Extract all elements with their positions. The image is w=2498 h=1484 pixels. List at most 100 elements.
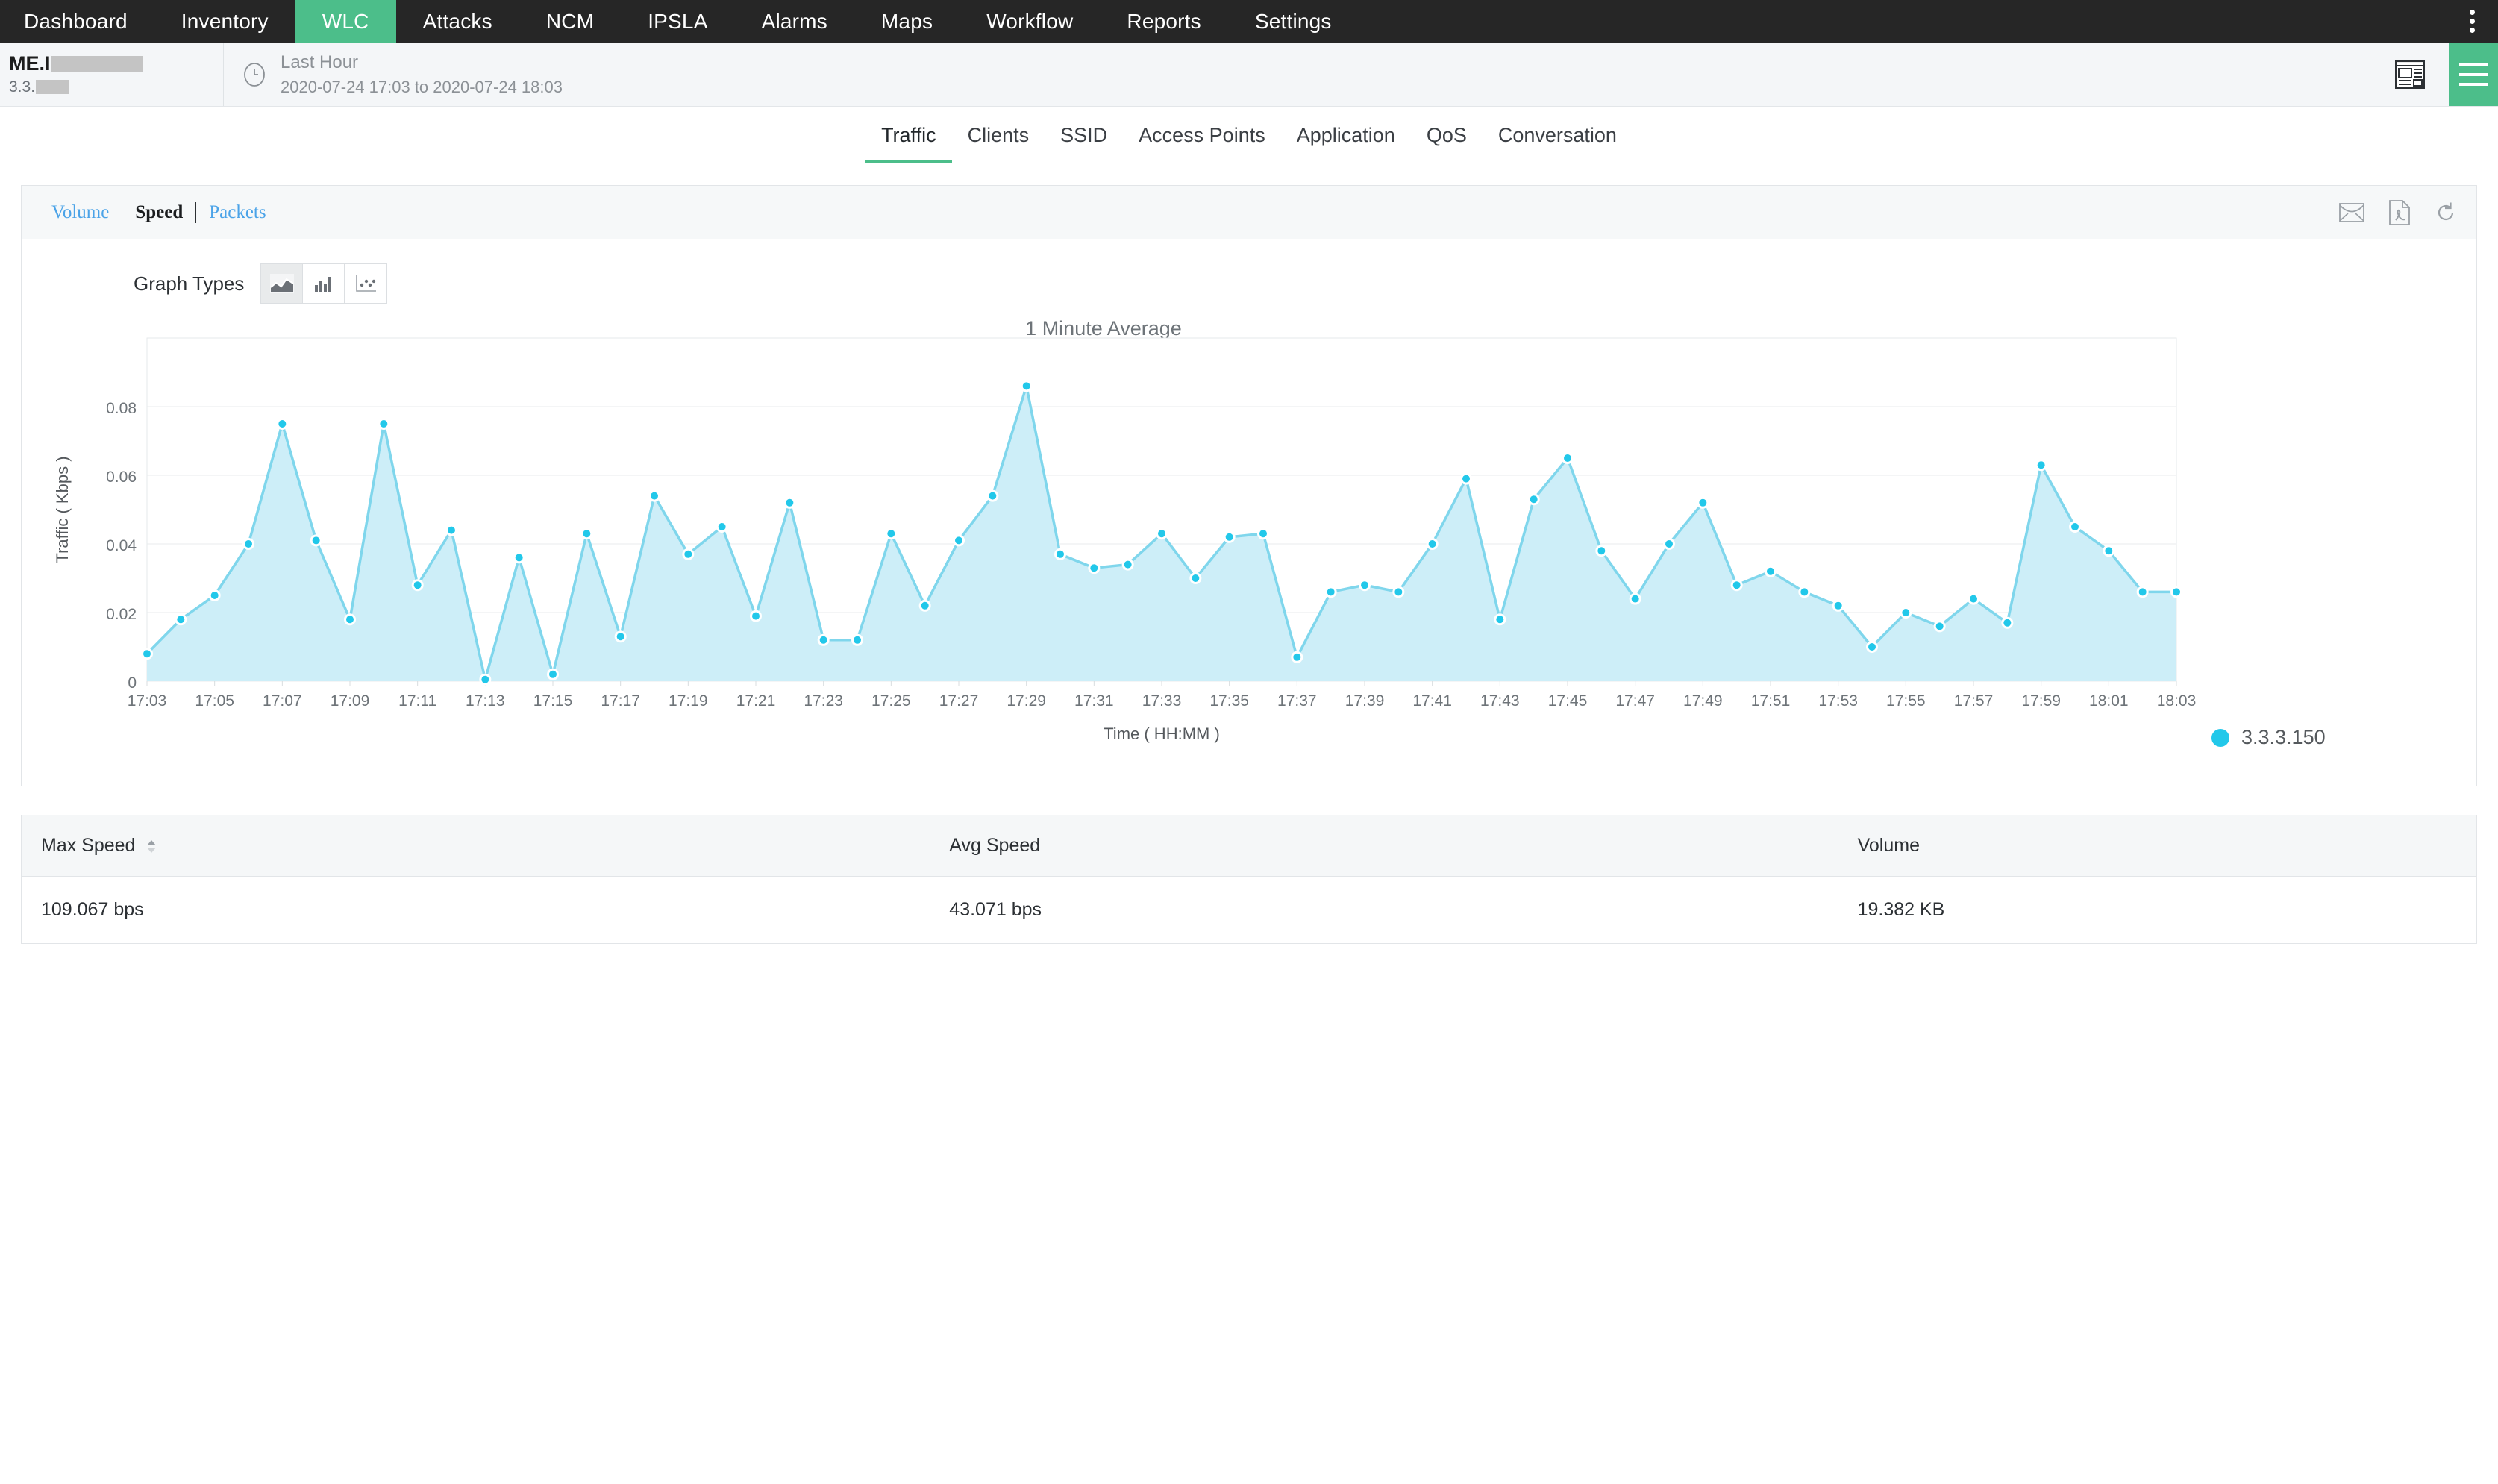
time-range-selector[interactable]: Last Hour 2020-07-24 17:03 to 2020-07-24… (224, 43, 563, 106)
tab-ssid[interactable]: SSID (1045, 109, 1123, 163)
metric-link-packets[interactable]: Packets (196, 202, 278, 223)
refresh-icon[interactable] (2435, 201, 2457, 224)
time-range-label: Last Hour (281, 52, 563, 73)
card-toolbar: Volume Speed Packets (22, 186, 2476, 239)
svg-text:17:37: 17:37 (1277, 692, 1317, 710)
module-tabs: Traffic Clients SSID Access Points Appli… (0, 107, 2498, 166)
tab-application[interactable]: Application (1281, 109, 1411, 163)
svg-text:17:43: 17:43 (1480, 692, 1520, 710)
tab-clients[interactable]: Clients (952, 109, 1045, 163)
nav-label: Settings (1255, 10, 1332, 34)
nav-item-wlc[interactable]: WLC (295, 0, 396, 43)
cell-volume: 19.382 KB (1838, 877, 2476, 944)
nav-label: Dashboard (24, 10, 128, 34)
device-header: ME.I 3.3. Last Hour 2020-07-24 17:03 to … (0, 43, 2498, 107)
metric-link-volume[interactable]: Volume (41, 202, 122, 223)
tab-label: Traffic (881, 124, 936, 146)
nav-item-settings[interactable]: Settings (1228, 0, 1359, 43)
nav-item-alarms[interactable]: Alarms (735, 0, 854, 43)
scatter-chart-icon[interactable] (345, 264, 386, 303)
svg-text:17:19: 17:19 (669, 692, 708, 710)
svg-text:0.06: 0.06 (106, 469, 137, 486)
svg-text:0.04: 0.04 (106, 537, 137, 554)
area-chart-icon[interactable] (261, 264, 303, 303)
nav-item-ipsla[interactable]: IPSLA (621, 0, 734, 43)
top-navigation-bar: Dashboard Inventory WLC Attacks NCM IPSL… (0, 0, 2498, 43)
tab-traffic[interactable]: Traffic (865, 109, 952, 163)
sort-indicator-icon[interactable] (147, 840, 156, 853)
svg-text:17:53: 17:53 (1818, 692, 1858, 710)
email-icon[interactable] (2339, 203, 2364, 222)
layout-dashboard-icon[interactable] (2371, 43, 2449, 106)
svg-text:Time ( HH:MM ): Time ( HH:MM ) (1104, 724, 1220, 743)
graph-types-label: Graph Types (134, 272, 244, 295)
device-name: ME.I (9, 54, 211, 74)
device-ip-text: 3.3. (9, 79, 35, 95)
cell-avg-speed: 43.071 bps (930, 877, 1838, 944)
device-ip: 3.3. (9, 79, 211, 95)
column-label: Max Speed (41, 835, 135, 856)
bar-chart-icon[interactable] (303, 264, 345, 303)
svg-text:17:17: 17:17 (601, 692, 640, 710)
svg-text:17:57: 17:57 (1954, 692, 1994, 710)
more-vertical-icon[interactable] (2459, 0, 2485, 43)
nav-label: WLC (322, 10, 369, 34)
tab-qos[interactable]: QoS (1411, 109, 1483, 163)
nav-label: Attacks (423, 10, 492, 34)
tab-label: Access Points (1139, 124, 1265, 146)
svg-text:17:49: 17:49 (1683, 692, 1723, 710)
svg-text:17:27: 17:27 (939, 692, 979, 710)
nav-item-attacks[interactable]: Attacks (396, 0, 519, 43)
device-identity: ME.I 3.3. (0, 43, 224, 106)
svg-text:17:35: 17:35 (1209, 692, 1249, 710)
pdf-icon[interactable] (2388, 200, 2411, 225)
svg-text:17:09: 17:09 (331, 692, 370, 710)
tab-label: QoS (1427, 124, 1467, 146)
svg-text:18:01: 18:01 (2089, 692, 2129, 710)
chart-legend: 3.3.3.150 (2211, 726, 2326, 749)
svg-text:17:05: 17:05 (195, 692, 234, 710)
hamburger-menu-icon[interactable] (2449, 43, 2498, 106)
nav-item-reports[interactable]: Reports (1100, 0, 1227, 43)
nav-item-maps[interactable]: Maps (854, 0, 960, 43)
device-name-text: ME.I (9, 54, 51, 74)
svg-text:18:03: 18:03 (2157, 692, 2197, 710)
graph-type-selector: Graph Types (22, 239, 2476, 304)
svg-text:17:25: 17:25 (871, 692, 911, 710)
nav-label: Alarms (762, 10, 827, 34)
svg-text:17:21: 17:21 (736, 692, 776, 710)
column-header-avg-speed[interactable]: Avg Speed (930, 815, 1838, 877)
nav-item-ncm[interactable]: NCM (519, 0, 621, 43)
legend-color-swatch (2211, 729, 2229, 747)
svg-text:0: 0 (128, 674, 137, 692)
svg-text:17:39: 17:39 (1345, 692, 1385, 710)
tab-label: Application (1297, 124, 1395, 146)
nav-label: NCM (546, 10, 594, 34)
metric-link-speed[interactable]: Speed (122, 202, 195, 223)
svg-text:17:11: 17:11 (398, 692, 436, 710)
nav-item-inventory[interactable]: Inventory (154, 0, 295, 43)
svg-text:0.08: 0.08 (106, 400, 137, 417)
legend-label[interactable]: 3.3.3.150 (2241, 726, 2326, 749)
tab-access-points[interactable]: Access Points (1123, 109, 1281, 163)
nav-label: Inventory (181, 10, 269, 34)
nav-item-workflow[interactable]: Workflow (960, 0, 1100, 43)
nav-label: IPSLA (648, 10, 707, 34)
nav-item-dashboard[interactable]: Dashboard (0, 0, 154, 43)
column-header-max-speed[interactable]: Max Speed (22, 815, 930, 877)
column-header-volume[interactable]: Volume (1838, 815, 2476, 877)
metric-selector: Volume Speed Packets (41, 202, 279, 223)
redacted-ip-block (36, 80, 69, 94)
traffic-chart: 1 Minute Average 00.020.040.060.08Traffi… (22, 308, 2476, 786)
time-range-value: 2020-07-24 17:03 to 2020-07-24 18:03 (281, 78, 563, 97)
svg-text:0.02: 0.02 (106, 606, 137, 623)
table-row: 109.067 bps 43.071 bps 19.382 KB (22, 877, 2476, 944)
svg-text:Traffic ( Kbps ): Traffic ( Kbps ) (53, 456, 72, 563)
svg-text:17:51: 17:51 (1751, 692, 1791, 710)
nav-label: Workflow (986, 10, 1073, 34)
summary-table: Max Speed Avg Speed Volume 109.067 bps 4… (21, 815, 2477, 944)
svg-text:17:33: 17:33 (1142, 692, 1182, 710)
svg-text:17:55: 17:55 (1886, 692, 1926, 710)
svg-text:17:47: 17:47 (1615, 692, 1655, 710)
tab-conversation[interactable]: Conversation (1483, 109, 1633, 163)
